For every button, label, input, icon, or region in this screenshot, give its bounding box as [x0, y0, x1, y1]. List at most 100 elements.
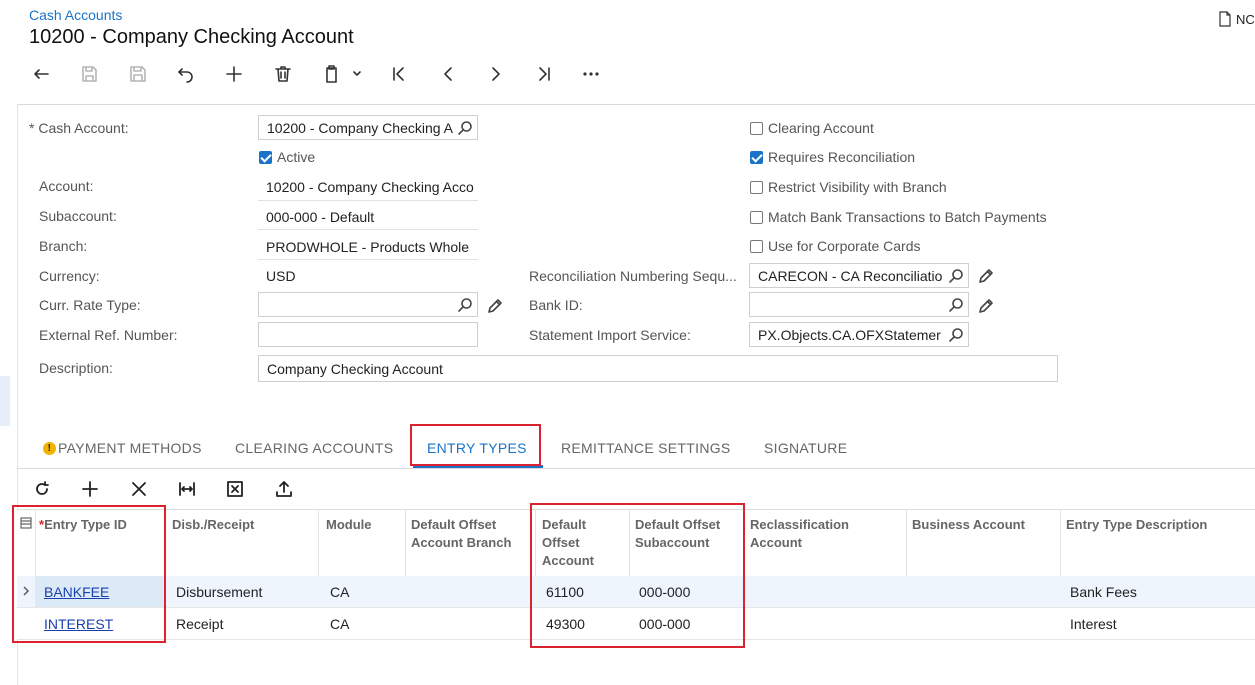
description-cell[interactable]: Bank Fees	[1070, 584, 1137, 600]
edit-pencil-icon[interactable]	[977, 267, 995, 285]
notes-button[interactable]: NC	[1218, 11, 1255, 27]
search-icon[interactable]	[457, 297, 473, 313]
highlight-box-entry-types-tab	[410, 424, 541, 466]
fit-columns-icon[interactable]	[176, 478, 198, 500]
branch-label: Branch:	[39, 238, 88, 254]
refresh-icon[interactable]	[31, 478, 53, 500]
next-icon[interactable]	[484, 62, 508, 86]
search-icon[interactable]	[948, 327, 964, 343]
tab-payment-methods[interactable]: ! PAYMENT METHODS	[43, 440, 202, 456]
first-record-icon[interactable]	[387, 62, 411, 86]
search-icon[interactable]	[457, 120, 473, 136]
external-ref-input[interactable]	[258, 322, 478, 347]
previous-icon[interactable]	[436, 62, 460, 86]
notes-label: NC	[1236, 11, 1255, 27]
currency-label: Currency:	[39, 268, 100, 284]
active-label: Active	[277, 149, 316, 165]
recon-numbering-label: Reconciliation Numbering Sequ...	[529, 268, 737, 284]
cash-account-label-text: Cash Account:	[38, 120, 129, 136]
curr-rate-type-label: Curr. Rate Type:	[39, 297, 141, 313]
description-input[interactable]: Company Checking Account	[258, 355, 1058, 382]
save-icon[interactable]	[126, 62, 150, 86]
description-label: Description:	[39, 360, 113, 376]
last-record-icon[interactable]	[532, 62, 556, 86]
breadcrumb[interactable]: Cash Accounts	[29, 7, 122, 23]
curr-rate-type-input[interactable]	[258, 292, 478, 317]
subaccount-underline	[258, 229, 478, 230]
cash-account-value: 10200 - Company Checking A	[267, 120, 453, 136]
add-row-icon[interactable]	[79, 478, 101, 500]
col-header-offset-branch[interactable]: Default Offset Account Branch	[411, 516, 531, 552]
required-mark: *	[29, 120, 35, 136]
account-value[interactable]: 10200 - Company Checking Acco	[266, 179, 474, 195]
currency-value: USD	[266, 268, 296, 284]
restrict-visibility-checkbox[interactable]	[750, 181, 763, 194]
description-cell[interactable]: Interest	[1070, 616, 1117, 632]
recon-numbering-value: CARECON - CA Reconciliatio	[758, 268, 943, 284]
highlight-box-offset-columns	[530, 503, 745, 648]
cash-account-input[interactable]: 10200 - Company Checking A	[258, 115, 478, 140]
col-divider	[906, 509, 907, 576]
document-icon	[1219, 11, 1231, 27]
statement-import-value: PX.Objects.CA.OFXStatemer	[758, 327, 941, 343]
save-close-icon[interactable]	[77, 62, 101, 86]
search-icon[interactable]	[948, 268, 964, 284]
clearing-account-checkbox[interactable]	[750, 122, 763, 135]
back-icon[interactable]	[29, 62, 53, 86]
col-header-disb-receipt[interactable]: Disb./Receipt	[172, 516, 254, 534]
delete-icon[interactable]	[271, 62, 295, 86]
tabs-divider	[17, 468, 1255, 469]
col-header-module[interactable]: Module	[326, 516, 372, 534]
corporate-cards-label: Use for Corporate Cards	[768, 238, 921, 254]
tab-payment-methods-label: PAYMENT METHODS	[58, 440, 202, 456]
statement-import-label: Statement Import Service:	[529, 327, 691, 343]
recon-numbering-input[interactable]: CARECON - CA Reconciliatio	[749, 263, 969, 288]
col-header-business-account[interactable]: Business Account	[912, 516, 1025, 534]
branch-underline	[258, 259, 478, 260]
tab-signature[interactable]: SIGNATURE	[764, 440, 847, 456]
delete-row-icon[interactable]	[128, 478, 150, 500]
tab-clearing-accounts[interactable]: CLEARING ACCOUNTS	[235, 440, 393, 456]
account-underline	[258, 200, 478, 201]
edit-pencil-icon[interactable]	[486, 297, 504, 315]
copy-paste-icon[interactable]	[320, 62, 364, 86]
col-divider	[318, 509, 319, 576]
disb-receipt-cell[interactable]: Receipt	[176, 616, 223, 632]
upload-icon[interactable]	[273, 478, 295, 500]
requires-reconciliation-checkbox[interactable]	[750, 151, 763, 164]
highlight-box-entry-type-column	[12, 505, 166, 643]
subaccount-label: Subaccount:	[39, 208, 117, 224]
subaccount-value[interactable]: 000-000 - Default	[266, 209, 474, 225]
branch-value[interactable]: PRODWHOLE - Products Whole	[266, 239, 474, 255]
account-label: Account:	[39, 178, 94, 194]
left-edge-marker	[0, 376, 10, 426]
active-checkbox[interactable]	[259, 151, 272, 164]
page-title: 10200 - Company Checking Account	[29, 26, 354, 48]
description-value: Company Checking Account	[267, 361, 443, 377]
restrict-visibility-label: Restrict Visibility with Branch	[768, 179, 947, 195]
col-divider	[1060, 509, 1061, 576]
requires-reconciliation-label: Requires Reconciliation	[768, 149, 916, 165]
col-header-description[interactable]: Entry Type Description	[1066, 516, 1207, 534]
disb-receipt-cell[interactable]: Disbursement	[176, 584, 262, 600]
corporate-cards-checkbox[interactable]	[750, 240, 763, 253]
bank-id-label: Bank ID:	[529, 297, 583, 313]
cash-account-label: * Cash Account:	[29, 120, 129, 136]
more-icon[interactable]	[579, 62, 603, 86]
statement-import-input[interactable]: PX.Objects.CA.OFXStatemer	[749, 322, 969, 347]
search-icon[interactable]	[948, 297, 964, 313]
col-divider	[405, 509, 406, 576]
module-cell[interactable]: CA	[330, 616, 349, 632]
col-header-reclass-account[interactable]: Reclassification Account	[750, 516, 860, 552]
tab-remittance-settings[interactable]: REMITTANCE SETTINGS	[561, 440, 731, 456]
match-bank-label: Match Bank Transactions to Batch Payment…	[768, 209, 1047, 225]
edit-pencil-icon[interactable]	[977, 297, 995, 315]
clearing-account-label: Clearing Account	[768, 120, 874, 136]
external-ref-label: External Ref. Number:	[39, 327, 178, 343]
undo-icon[interactable]	[174, 62, 198, 86]
export-excel-icon[interactable]	[224, 478, 246, 500]
add-icon[interactable]	[222, 62, 246, 86]
module-cell[interactable]: CA	[330, 584, 349, 600]
bank-id-input[interactable]	[749, 292, 969, 317]
match-bank-checkbox[interactable]	[750, 211, 763, 224]
